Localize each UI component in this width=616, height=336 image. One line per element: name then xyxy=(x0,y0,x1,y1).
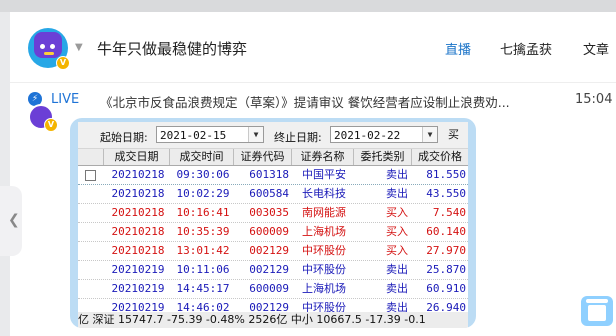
table-row[interactable]: 20210219 14:45:17 600009 上海机场 卖出 60.910 xyxy=(78,280,468,299)
cell-type: 买入 xyxy=(386,225,408,238)
cell-date: 20210219 xyxy=(111,263,165,276)
trash-lid xyxy=(586,299,608,303)
page-title: 牛年只做最稳健的博弈 xyxy=(97,40,248,58)
chevron-down-icon[interactable]: ▼ xyxy=(75,42,83,53)
query-button[interactable]: 买 xyxy=(448,126,459,144)
end-date-value: 2021-02-22 xyxy=(334,129,401,142)
trash-icon[interactable] xyxy=(581,296,613,326)
cell-price: 60.910 xyxy=(426,282,466,295)
avatar-eye-left xyxy=(40,44,45,49)
top-strip xyxy=(0,0,616,12)
trade-table-body: 20210218 09:30:06 601318 中国平安 卖出 81.550 … xyxy=(78,166,468,318)
cell-code: 600009 xyxy=(249,282,289,295)
trash-body xyxy=(588,305,606,321)
cell-price: 7.540 xyxy=(432,206,466,219)
col-trade-price[interactable]: 成交价格 xyxy=(412,149,468,165)
col-security-code[interactable]: 证券代码 xyxy=(234,149,292,165)
cell-code: 600584 xyxy=(249,187,289,200)
live-headline[interactable]: 《北京市反食品浪费规定（草案）》提请审议 餐饮经营者应设制止浪费劝... xyxy=(100,92,562,111)
header-divider xyxy=(10,82,616,83)
col-trade-date[interactable]: 成交日期 xyxy=(104,149,170,165)
cell-date: 20210218 xyxy=(111,187,165,200)
cell-type: 买入 xyxy=(386,244,408,257)
cell-type: 买入 xyxy=(386,206,408,219)
avatar-mouth xyxy=(44,52,54,55)
cell-type: 卖出 xyxy=(386,263,408,276)
table-row[interactable]: 20210219 10:11:06 002129 中环股份 卖出 25.870 xyxy=(78,261,468,280)
market-status-bar: 亿 深证 15747.7 -75.39 -0.48% 2526亿 中小 1066… xyxy=(78,312,468,328)
trade-toolbar: 起始日期: 2021-02-15 ▼ 终止日期: 2021-02-22 ▼ 买 xyxy=(78,122,468,149)
col-order-type[interactable]: 委托类别 xyxy=(354,149,412,165)
cell-date: 20210218 xyxy=(111,168,165,181)
live-label: LIVE xyxy=(51,92,80,107)
cell-time: 10:02:29 xyxy=(176,187,230,200)
cell-code: 002129 xyxy=(249,263,289,276)
cell-name: 上海机场 xyxy=(302,225,346,238)
row-checkbox[interactable] xyxy=(85,170,96,181)
start-date-field[interactable]: 2021-02-15 ▼ xyxy=(156,126,264,143)
table-row[interactable]: 20210218 09:30:06 601318 中国平安 卖出 81.550 xyxy=(78,166,468,185)
nav-qiqin-menghuo[interactable]: 七擒孟获 xyxy=(500,39,552,58)
nav-articles[interactable]: 文章 xyxy=(583,39,609,58)
end-date-dropdown-icon[interactable]: ▼ xyxy=(422,127,437,142)
cell-time: 10:35:39 xyxy=(176,225,230,238)
cell-price: 43.550 xyxy=(426,187,466,200)
cell-price: 60.140 xyxy=(426,225,466,238)
trade-screenshot-card[interactable]: 起始日期: 2021-02-15 ▼ 终止日期: 2021-02-22 ▼ 买 … xyxy=(70,118,476,328)
collapse-sidebar-button[interactable]: ❮ xyxy=(0,186,22,256)
col-security-name[interactable]: 证券名称 xyxy=(292,149,354,165)
start-date-label: 起始日期: xyxy=(100,131,148,144)
cell-time: 13:01:42 xyxy=(176,244,230,257)
avatar-eye-right xyxy=(50,44,55,49)
cell-name: 中环股份 xyxy=(302,263,346,276)
cell-time: 14:45:17 xyxy=(176,282,230,295)
cell-date: 20210218 xyxy=(111,225,165,238)
trade-window: 起始日期: 2021-02-15 ▼ 终止日期: 2021-02-22 ▼ 买 … xyxy=(78,122,468,328)
cell-price: 25.870 xyxy=(426,263,466,276)
cell-name: 上海机场 xyxy=(302,282,346,295)
col-trade-time[interactable]: 成交时间 xyxy=(170,149,234,165)
cell-name: 中国平安 xyxy=(302,168,346,181)
cell-time: 09:30:06 xyxy=(176,168,230,181)
start-date-value: 2021-02-15 xyxy=(160,129,227,142)
table-row[interactable]: 20210218 10:02:29 600584 长电科技 卖出 43.550 xyxy=(78,185,468,204)
end-date-label: 终止日期: xyxy=(274,131,322,144)
header-checkbox-col xyxy=(78,149,104,165)
avatar-face xyxy=(34,32,62,58)
cell-name: 中环股份 xyxy=(302,244,346,257)
verified-badge-icon: V xyxy=(56,56,70,70)
live-time: 15:04 xyxy=(575,92,613,107)
cell-type: 卖出 xyxy=(386,187,408,200)
chevron-left-icon: ❮ xyxy=(8,212,20,228)
cell-time: 10:16:41 xyxy=(176,206,230,219)
cell-date: 20210218 xyxy=(111,244,165,257)
cell-name: 南网能源 xyxy=(302,206,346,219)
table-header: 成交日期 成交时间 证券代码 证券名称 委托类别 成交价格 xyxy=(78,149,468,166)
nav-live[interactable]: 直播 xyxy=(445,39,471,58)
cell-price: 27.970 xyxy=(426,244,466,257)
start-date-dropdown-icon[interactable]: ▼ xyxy=(248,127,263,142)
cell-name: 长电科技 xyxy=(302,187,346,200)
post-verified-badge-icon: V xyxy=(44,118,58,132)
cell-type: 卖出 xyxy=(386,168,408,181)
table-row[interactable]: 20210218 13:01:42 002129 中环股份 买入 27.970 xyxy=(78,242,468,261)
cell-code: 002129 xyxy=(249,244,289,257)
cell-code: 003035 xyxy=(249,206,289,219)
end-date-field[interactable]: 2021-02-22 ▼ xyxy=(330,126,438,143)
cell-type: 卖出 xyxy=(386,282,408,295)
cell-code: 600009 xyxy=(249,225,289,238)
table-row[interactable]: 20210218 10:35:39 600009 上海机场 买入 60.140 xyxy=(78,223,468,242)
table-row[interactable]: 20210218 10:16:41 003035 南网能源 买入 7.540 xyxy=(78,204,468,223)
cell-time: 10:11:06 xyxy=(176,263,230,276)
cell-date: 20210218 xyxy=(111,206,165,219)
cell-code: 601318 xyxy=(249,168,289,181)
cell-date: 20210219 xyxy=(111,282,165,295)
cell-price: 81.550 xyxy=(426,168,466,181)
